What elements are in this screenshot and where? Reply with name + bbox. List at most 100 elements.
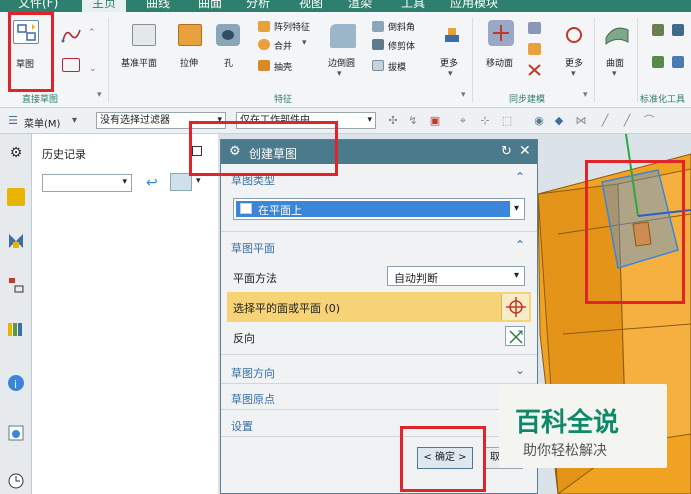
- history-title: 历史记录: [42, 148, 86, 161]
- surface-button[interactable]: 曲面: [606, 56, 624, 69]
- part-navigator-icon[interactable]: [7, 276, 25, 294]
- view-dropdown-icon[interactable]: ▾: [196, 176, 201, 186]
- snap-icon-9[interactable]: ⋈: [574, 114, 588, 127]
- more-features-icon: [443, 26, 461, 44]
- chamfer-icon: [372, 21, 384, 32]
- datum-plane-button[interactable]: 基准平面: [121, 56, 157, 69]
- surface-dropdown-icon[interactable]: ▾: [612, 69, 617, 79]
- snap-icon-5[interactable]: ⊹: [478, 114, 492, 127]
- snap-icon-4[interactable]: ⌖: [456, 114, 470, 127]
- selection-toolbar: ☰ 菜单(M) ▾ 没有选择过滤器 ▾ 仅在工作部件中 ▾ ✣ ↯ ▣ ⌖ ⊹ …: [0, 108, 691, 134]
- standard-tool-icon-2: [672, 24, 684, 36]
- unite-dropdown-icon[interactable]: ▾: [302, 38, 307, 48]
- reuse-library-icon[interactable]: [7, 320, 25, 338]
- info-icon[interactable]: i: [7, 374, 25, 392]
- unite-button[interactable]: 合并: [274, 39, 292, 52]
- annotation-dialog-title-box: [189, 121, 338, 176]
- separator: [637, 18, 638, 102]
- snap-icon-8[interactable]: ◆: [552, 114, 566, 127]
- sketch-type-value: 在平面上: [258, 204, 302, 217]
- chevron-down-icon: ▾: [122, 177, 127, 187]
- gear-icon[interactable]: ⚙: [7, 144, 25, 162]
- edge-blend-icon: [330, 24, 356, 48]
- snap-icon-3[interactable]: ▣: [428, 114, 442, 127]
- collapse-icon[interactable]: ⌃: [515, 238, 525, 252]
- menu-view[interactable]: 视图: [299, 0, 323, 12]
- reverse-direction-icon[interactable]: [505, 326, 525, 346]
- rectangle-tool-icon[interactable]: [62, 58, 80, 72]
- select-face-row[interactable]: 选择平的面或平面 (0): [227, 292, 531, 322]
- snap-icon-2[interactable]: ↯: [406, 114, 420, 127]
- sketch-type-select[interactable]: 在平面上 ▾: [233, 198, 525, 220]
- group-dropdown-icon[interactable]: ▾: [97, 90, 102, 100]
- menu-file[interactable]: 文件(F): [18, 0, 58, 12]
- feature-group-dropdown-icon[interactable]: ▾: [461, 90, 466, 100]
- edge-blend-button[interactable]: 边倒圆: [328, 56, 355, 69]
- sketch-origin-section-header[interactable]: 草图原点: [221, 386, 537, 410]
- curve-tool-icon[interactable]: [60, 26, 82, 44]
- assembly-navigator-icon[interactable]: [7, 188, 25, 206]
- trim-body-icon: [372, 39, 384, 50]
- plane-method-label: 平面方法: [233, 272, 277, 285]
- draft-button[interactable]: 拔模: [388, 60, 406, 73]
- menu-surface[interactable]: 曲面: [198, 0, 222, 12]
- sketch-plane-label: 草图平面: [231, 242, 275, 255]
- menu-analysis[interactable]: 分析: [246, 0, 270, 12]
- menu-dropdown-icon[interactable]: ▾: [72, 115, 77, 126]
- crosshair-icon[interactable]: [501, 294, 529, 320]
- plane-method-select[interactable]: 自动判断 ▾: [387, 266, 525, 286]
- back-arrow-icon[interactable]: ↩: [146, 175, 162, 191]
- sketch-direction-section-header[interactable]: 草图方向 ⌄: [221, 360, 537, 384]
- sketch-group-label: 直接草图: [22, 95, 59, 105]
- sketch-origin-label: 草图原点: [231, 393, 275, 406]
- sync-group-dropdown-icon[interactable]: ▾: [583, 90, 588, 100]
- more-features-button[interactable]: 更多: [440, 56, 458, 69]
- annotation-sketch-box: [8, 12, 54, 92]
- move-face-icon: [488, 20, 514, 46]
- scroll-down-icon[interactable]: ⌄: [89, 64, 97, 74]
- chamfer-button[interactable]: 倒斜角: [388, 20, 415, 33]
- hole-button[interactable]: 孔: [224, 56, 233, 69]
- constraint-navigator-icon[interactable]: [7, 232, 25, 250]
- more-features-dropdown-icon[interactable]: ▾: [448, 69, 453, 79]
- history-clock-icon[interactable]: [7, 472, 25, 490]
- menu-render[interactable]: 渲染: [348, 0, 372, 12]
- shell-button[interactable]: 抽壳: [274, 60, 292, 73]
- scroll-up-icon[interactable]: ⌃: [88, 28, 96, 38]
- settings-section-header[interactable]: 设置: [221, 413, 537, 437]
- sketch-plane-section-header[interactable]: 草图平面 ⌃: [221, 235, 537, 259]
- standard-tool-icon-1: [652, 24, 664, 36]
- close-icon[interactable]: ✕: [519, 143, 531, 159]
- separator: [472, 18, 473, 102]
- snap-icon-10[interactable]: ╱: [598, 114, 612, 127]
- snap-icon-12[interactable]: ⌒: [642, 114, 656, 127]
- collapse-icon[interactable]: ⌃: [515, 170, 525, 184]
- snap-icon-1[interactable]: ✣: [386, 114, 400, 127]
- move-face-button[interactable]: 移动面: [486, 56, 513, 69]
- snap-icon-11[interactable]: ╱: [620, 114, 634, 127]
- expand-icon[interactable]: ⌄: [515, 363, 525, 377]
- extrude-button[interactable]: 拉伸: [180, 56, 198, 69]
- pattern-feature-button[interactable]: 阵列特征: [274, 20, 310, 33]
- separator: [594, 18, 595, 102]
- annotation-plane-box: [585, 160, 685, 304]
- history-filter-select[interactable]: ▾: [42, 174, 132, 192]
- menu-tools[interactable]: 工具: [401, 0, 425, 12]
- menu-bar: 文件(F) 主页 曲线 曲面 分析 视图 渲染 工具 应用模块: [0, 0, 691, 12]
- menu-button[interactable]: 菜单(M): [24, 115, 60, 130]
- reset-icon[interactable]: ↻: [501, 144, 512, 159]
- sketch-direction-label: 草图方向: [231, 367, 275, 380]
- chevron-down-icon: ▾: [367, 115, 372, 125]
- snap-icon-7[interactable]: ◉: [532, 114, 546, 127]
- menu-home[interactable]: 主页: [82, 0, 127, 12]
- menu-app-modules[interactable]: 应用模块: [450, 0, 498, 12]
- snap-icon-6[interactable]: ⬚: [500, 114, 514, 127]
- trim-body-button[interactable]: 修剪体: [388, 39, 415, 52]
- web-browser-icon[interactable]: [7, 424, 25, 442]
- edge-blend-dropdown-icon[interactable]: ▾: [337, 69, 342, 79]
- history-panel: 历史记录 ▾ ↩ ▾: [32, 134, 218, 494]
- type-filter-value: 没有选择过滤器: [100, 115, 170, 126]
- sync-more-dropdown-icon[interactable]: ▾: [571, 69, 576, 79]
- sync-more-button[interactable]: 更多: [565, 56, 583, 69]
- menu-curve[interactable]: 曲线: [146, 0, 170, 12]
